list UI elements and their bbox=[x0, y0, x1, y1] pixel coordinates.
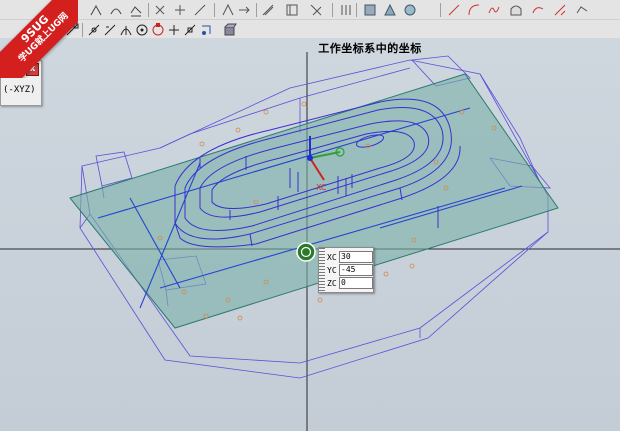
zc-input[interactable]: 0 bbox=[339, 277, 373, 289]
yc-row: YC -45 bbox=[327, 264, 373, 276]
line-icon[interactable] bbox=[192, 2, 208, 18]
sketch-icon[interactable] bbox=[88, 2, 104, 18]
surface-icon[interactable] bbox=[574, 2, 590, 18]
coordinate-input-box: XC 30 YC -45 ZC 0 bbox=[318, 247, 374, 293]
spline-tool-icon[interactable] bbox=[486, 2, 502, 18]
point-icon[interactable] bbox=[220, 2, 236, 18]
cue-line: 工作坐标系中的坐标 bbox=[0, 40, 620, 55]
solid-snap-icon[interactable] bbox=[222, 22, 238, 38]
curve-edit-icon[interactable] bbox=[284, 2, 300, 18]
extend-icon[interactable] bbox=[172, 2, 188, 18]
fillet-icon[interactable] bbox=[308, 2, 324, 18]
bridge-icon[interactable] bbox=[508, 2, 524, 18]
shape-icon[interactable] bbox=[530, 2, 546, 18]
center-snap-icon[interactable] bbox=[134, 22, 150, 38]
existing-point-snap-icon[interactable] bbox=[182, 22, 198, 38]
snap-dialog-panel: x (-XYZ) bbox=[0, 60, 42, 106]
toolbar-row-top bbox=[0, 0, 620, 19]
quadrant-snap-icon[interactable] bbox=[150, 22, 166, 38]
midpoint-snap-icon[interactable] bbox=[86, 22, 102, 38]
wcs-xc-label: XC bbox=[316, 183, 327, 192]
mirror-icon[interactable] bbox=[382, 2, 398, 18]
endpoint-snap-icon[interactable] bbox=[64, 22, 80, 38]
xc-label: XC bbox=[327, 252, 337, 262]
spline-icon[interactable] bbox=[236, 2, 252, 18]
main-toolbar bbox=[0, 0, 620, 39]
curve-icon[interactable] bbox=[128, 2, 144, 18]
zc-row: ZC 0 bbox=[327, 277, 373, 289]
zc-label: ZC bbox=[327, 278, 337, 288]
line-tool-icon[interactable] bbox=[446, 2, 462, 18]
yc-input[interactable]: -45 bbox=[339, 264, 373, 276]
pole-snap-icon[interactable] bbox=[198, 22, 214, 38]
cursor-snap-icon bbox=[296, 242, 316, 262]
cue-line-text: 工作坐标系中的坐标 bbox=[318, 42, 422, 55]
point-on-curve-snap-icon[interactable] bbox=[166, 22, 182, 38]
offset-icon[interactable] bbox=[260, 2, 276, 18]
blend-icon[interactable] bbox=[552, 2, 568, 18]
xc-row: XC 30 bbox=[327, 251, 373, 263]
model-scene: XC bbox=[0, 52, 620, 431]
xc-input[interactable]: 30 bbox=[339, 251, 373, 263]
feature-icon[interactable] bbox=[402, 2, 418, 18]
toolbar-row-snap bbox=[0, 19, 620, 39]
drag-handle[interactable] bbox=[319, 248, 325, 292]
control-point-snap-icon[interactable] bbox=[102, 22, 118, 38]
close-icon[interactable]: x bbox=[26, 63, 39, 76]
panel-label: (-XYZ) bbox=[3, 85, 36, 95]
intersection-snap-icon[interactable] bbox=[118, 22, 134, 38]
chamfer-icon[interactable] bbox=[338, 2, 354, 18]
yc-label: YC bbox=[327, 265, 337, 275]
trim-icon[interactable] bbox=[152, 2, 168, 18]
pattern-icon[interactable] bbox=[362, 2, 378, 18]
arc-tool-icon[interactable] bbox=[466, 2, 482, 18]
arc-icon[interactable] bbox=[108, 2, 124, 18]
